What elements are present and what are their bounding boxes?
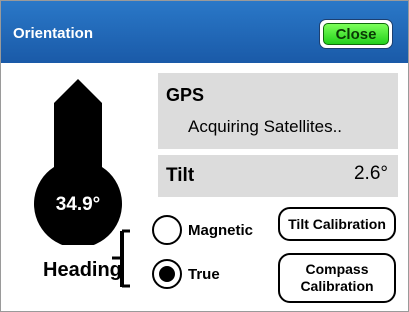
tilt-label: Tilt: [166, 165, 195, 186]
gps-status: Acquiring Satellites..: [188, 117, 343, 136]
radio-true-label: True: [188, 265, 220, 283]
gps-panel: GPS Acquiring Satellites..: [158, 73, 398, 149]
heading-value: 34.9°: [55, 194, 101, 215]
tilt-value: 2.6°: [353, 163, 388, 184]
compass-pointer-icon: [34, 79, 122, 245]
tilt-calibration-label: Tilt Calibration: [288, 215, 386, 232]
radio-true[interactable]: True: [152, 259, 220, 289]
tilt-calibration-button[interactable]: Tilt Calibration: [278, 207, 396, 241]
radio-magnetic-circle[interactable]: [152, 215, 182, 245]
radio-magnetic[interactable]: Magnetic: [152, 215, 253, 245]
tilt-panel: Tilt 2.6°: [158, 155, 398, 197]
close-button[interactable]: Close: [319, 19, 393, 49]
close-button-label: Close: [323, 23, 389, 45]
compass-calibration-label-line2: Calibration: [300, 278, 374, 294]
radio-selected-dot: [159, 266, 175, 282]
window-title: Orientation: [13, 25, 94, 42]
heading-bracket-icon: [112, 229, 130, 288]
title-bar: Orientation Close: [1, 1, 408, 63]
content-area: 34.9° Heading GPS Acquiring Satellites..…: [1, 63, 408, 311]
compass-calibration-label-line1: Compass: [305, 261, 369, 277]
gps-label: GPS: [166, 85, 205, 105]
orientation-window: Orientation Close 34.9° Heading GPS Acqu…: [0, 0, 409, 312]
compass-calibration-button[interactable]: Compass Calibration: [278, 253, 396, 303]
radio-true-circle[interactable]: [152, 259, 182, 289]
heading-label: Heading: [43, 259, 122, 281]
compass-indicator: 34.9°: [30, 77, 126, 245]
radio-magnetic-label: Magnetic: [188, 221, 254, 239]
